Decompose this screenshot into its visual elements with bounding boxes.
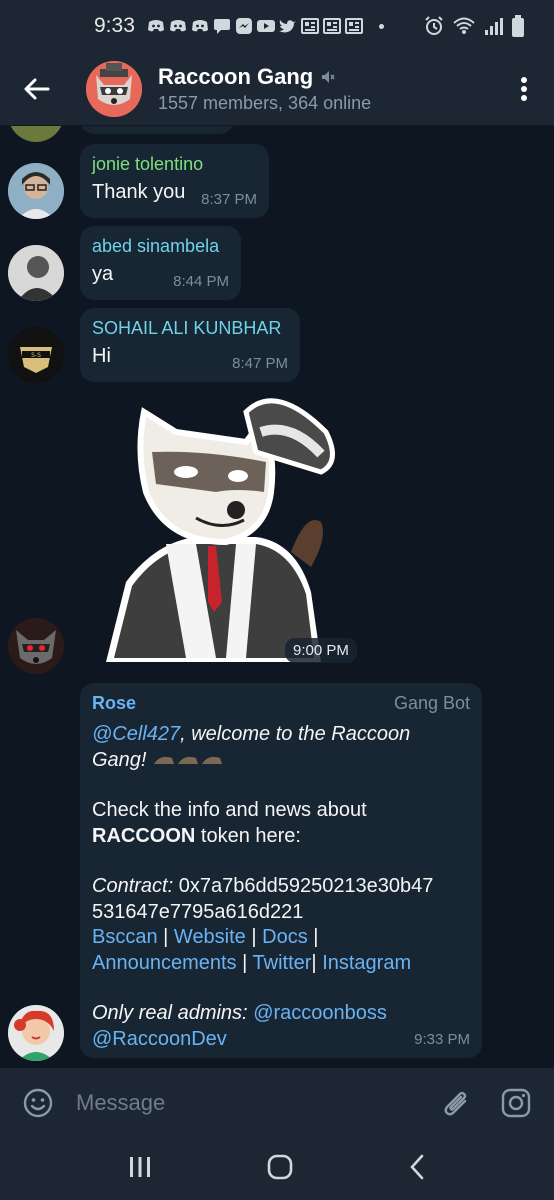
message-input-bar: Message bbox=[0, 1068, 554, 1138]
message-bubble[interactable]: abed sinambela ya 8:44 PM bbox=[80, 226, 241, 300]
previous-avatar[interactable] bbox=[8, 126, 64, 142]
back-button[interactable] bbox=[0, 52, 74, 126]
admin-link-raccoonboss[interactable]: @raccoonboss bbox=[253, 1002, 387, 1024]
home-icon bbox=[267, 1154, 293, 1179]
wifi-icon bbox=[453, 17, 475, 34]
bot-message-bubble[interactable]: Rose Gang Bot @Cell427, welcome to the R… bbox=[80, 683, 482, 1058]
youtube-icon bbox=[256, 20, 275, 32]
attach-button[interactable] bbox=[436, 1083, 476, 1123]
message-time: 8:44 PM bbox=[173, 273, 229, 290]
sender-name: abed sinambela bbox=[92, 236, 220, 256]
mention-link[interactable]: @Cell427 bbox=[92, 723, 180, 745]
more-options-button[interactable] bbox=[494, 52, 554, 126]
svg-text:S-S: S-S bbox=[31, 352, 41, 359]
raccoon-avatar-image bbox=[86, 60, 142, 117]
message-bubble[interactable]: jonie tolentino Thank you 8:37 PM bbox=[80, 144, 269, 218]
recent-apps-button[interactable] bbox=[127, 1155, 153, 1184]
home-button[interactable] bbox=[266, 1154, 294, 1185]
message-bubble[interactable]: SOHAIL ALI KUNBHAR Hi 8:47 PM bbox=[80, 308, 300, 382]
token-name: RACCOON bbox=[92, 824, 196, 847]
notification-icons bbox=[147, 18, 363, 34]
instagram-camera-icon bbox=[501, 1088, 531, 1118]
link-website[interactable]: Website bbox=[174, 926, 246, 948]
emoji-icon bbox=[23, 1088, 53, 1118]
emoji-button[interactable] bbox=[18, 1083, 58, 1123]
discord-icon bbox=[191, 20, 208, 32]
bot-role-badge: Gang Bot bbox=[393, 693, 470, 713]
telegram-chat-screen: 9:33 Raccoon Gang 1557 members, 364 onli… bbox=[0, 0, 554, 1200]
raccoon-emoji-icons bbox=[154, 757, 223, 765]
info-line-2: token here: bbox=[195, 824, 301, 847]
link-docs[interactable]: Docs bbox=[262, 926, 308, 948]
more-notifications-dot bbox=[378, 23, 384, 29]
status-time: 9:33 bbox=[94, 14, 135, 37]
camera-button[interactable] bbox=[496, 1083, 536, 1123]
previous-message-bubble[interactable] bbox=[80, 126, 234, 134]
sender-avatar[interactable] bbox=[8, 245, 64, 301]
nav-back-icon bbox=[410, 1154, 424, 1179]
sender-avatar[interactable] bbox=[8, 163, 64, 219]
twitter-icon bbox=[278, 20, 296, 33]
news-icon bbox=[344, 18, 363, 34]
message-time: 8:37 PM bbox=[201, 191, 257, 208]
rose-bot-avatar[interactable] bbox=[8, 1005, 64, 1061]
messenger-icon bbox=[235, 18, 252, 34]
battery-icon bbox=[512, 15, 524, 37]
raccoon-sticker[interactable] bbox=[96, 392, 346, 667]
message-time: 8:47 PM bbox=[232, 355, 288, 372]
muted-icon bbox=[322, 70, 335, 83]
contract-address-1[interactable]: 0x7a7b6dd59250213e30b47 bbox=[173, 875, 434, 897]
contract-address-2[interactable]: 531647e7795a616d221 bbox=[92, 900, 470, 926]
header-info[interactable]: Raccoon Gang 1557 members, 364 online bbox=[158, 64, 494, 114]
link-instagram[interactable]: Instagram bbox=[322, 952, 411, 974]
chat-title: Raccoon Gang bbox=[158, 63, 314, 89]
group-avatar[interactable] bbox=[86, 60, 142, 117]
alarm-icon bbox=[425, 16, 443, 35]
admin-link-raccoondev[interactable]: @RaccoonDev bbox=[92, 1028, 227, 1050]
message-time: 9:33 PM bbox=[414, 1031, 470, 1048]
paperclip-icon bbox=[444, 1091, 467, 1116]
link-announcements[interactable]: Announcements bbox=[92, 952, 237, 974]
system-status-icons bbox=[424, 15, 524, 37]
discord-icon bbox=[169, 20, 186, 32]
sender-avatar[interactable] bbox=[8, 618, 64, 674]
chat-icon bbox=[213, 19, 230, 34]
back-arrow-icon bbox=[24, 78, 50, 99]
discord-icon bbox=[147, 20, 164, 32]
message-input[interactable]: Message bbox=[76, 1090, 436, 1116]
bot-sender-name: Rose bbox=[92, 693, 137, 713]
sender-name: jonie tolentino bbox=[92, 154, 204, 174]
sticker-time: 9:00 PM bbox=[285, 638, 357, 663]
link-twitter[interactable]: Twitter bbox=[253, 952, 312, 974]
sender-avatar[interactable]: S-S bbox=[8, 327, 64, 383]
sender-name: SOHAIL ALI KUNBHAR bbox=[92, 318, 282, 338]
system-nav-bar bbox=[0, 1138, 554, 1200]
info-line: Check the info and news about bbox=[92, 799, 367, 821]
chat-header: Raccoon Gang 1557 members, 364 online bbox=[0, 52, 554, 126]
admins-label: Only real admins: bbox=[92, 1002, 248, 1024]
member-count: 1557 members, 364 online bbox=[158, 92, 372, 113]
link-bsccan[interactable]: Bsccan bbox=[92, 926, 158, 948]
contract-label: Contract: bbox=[92, 875, 174, 897]
news-icon bbox=[322, 18, 341, 34]
signal-icon bbox=[485, 18, 503, 35]
news-icon bbox=[300, 18, 319, 34]
message-list[interactable]: jonie tolentino Thank you 8:37 PM abed s… bbox=[0, 126, 554, 1068]
status-bar: 9:33 bbox=[0, 0, 554, 52]
recent-apps-icon bbox=[129, 1156, 150, 1177]
nav-back-button[interactable] bbox=[407, 1154, 427, 1185]
more-vertical-icon bbox=[521, 76, 527, 101]
